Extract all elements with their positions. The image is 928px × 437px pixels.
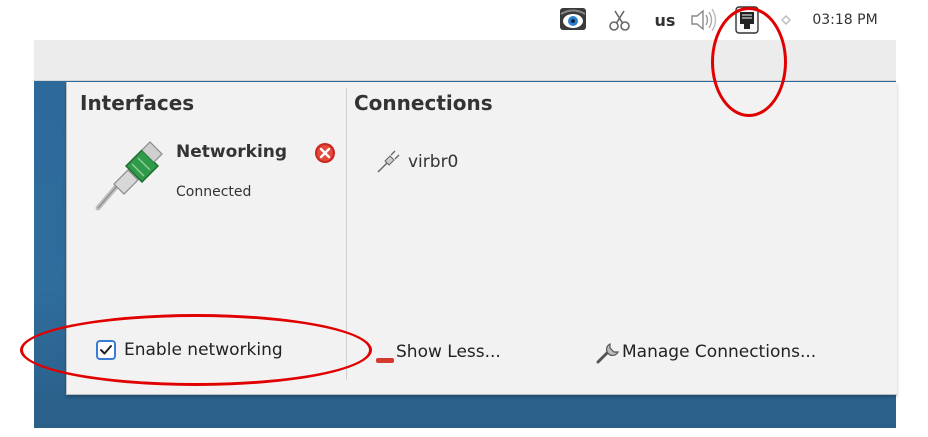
taskbar: [34, 40, 896, 81]
clock[interactable]: 03:18 PM: [800, 0, 890, 40]
interface-status: Connected: [176, 184, 252, 200]
connection-label: virbr0: [408, 152, 459, 172]
network-wired-icon[interactable]: [730, 0, 764, 40]
checkmark-icon: [96, 340, 116, 360]
collapse-icon: [376, 349, 394, 363]
column-divider: [346, 88, 347, 380]
interface-name: Networking: [176, 142, 288, 162]
show-less-label: Show Less...: [396, 342, 501, 362]
enable-networking-checkbox[interactable]: Enable networking: [96, 340, 283, 360]
keyboard-layout-indicator[interactable]: us: [648, 0, 682, 40]
manage-connections-label: Manage Connections...: [622, 342, 817, 362]
error-icon: [314, 142, 336, 164]
interfaces-heading: Interfaces: [80, 91, 195, 115]
show-less-button[interactable]: Show Less...: [376, 342, 501, 363]
enable-networking-label: Enable networking: [124, 340, 283, 360]
volume-icon[interactable]: [686, 0, 722, 40]
manage-connections-button[interactable]: Manage Connections...: [596, 340, 816, 364]
plug-icon: [376, 150, 402, 174]
scissors-icon[interactable]: [606, 0, 634, 40]
ethernet-cable-icon: [92, 140, 168, 212]
connection-item-virbr0[interactable]: virbr0: [376, 150, 458, 174]
display-eye-icon[interactable]: [556, 0, 590, 40]
connections-heading: Connections: [354, 91, 493, 115]
wrench-icon: [596, 340, 622, 364]
arrow-icon[interactable]: [776, 0, 796, 40]
